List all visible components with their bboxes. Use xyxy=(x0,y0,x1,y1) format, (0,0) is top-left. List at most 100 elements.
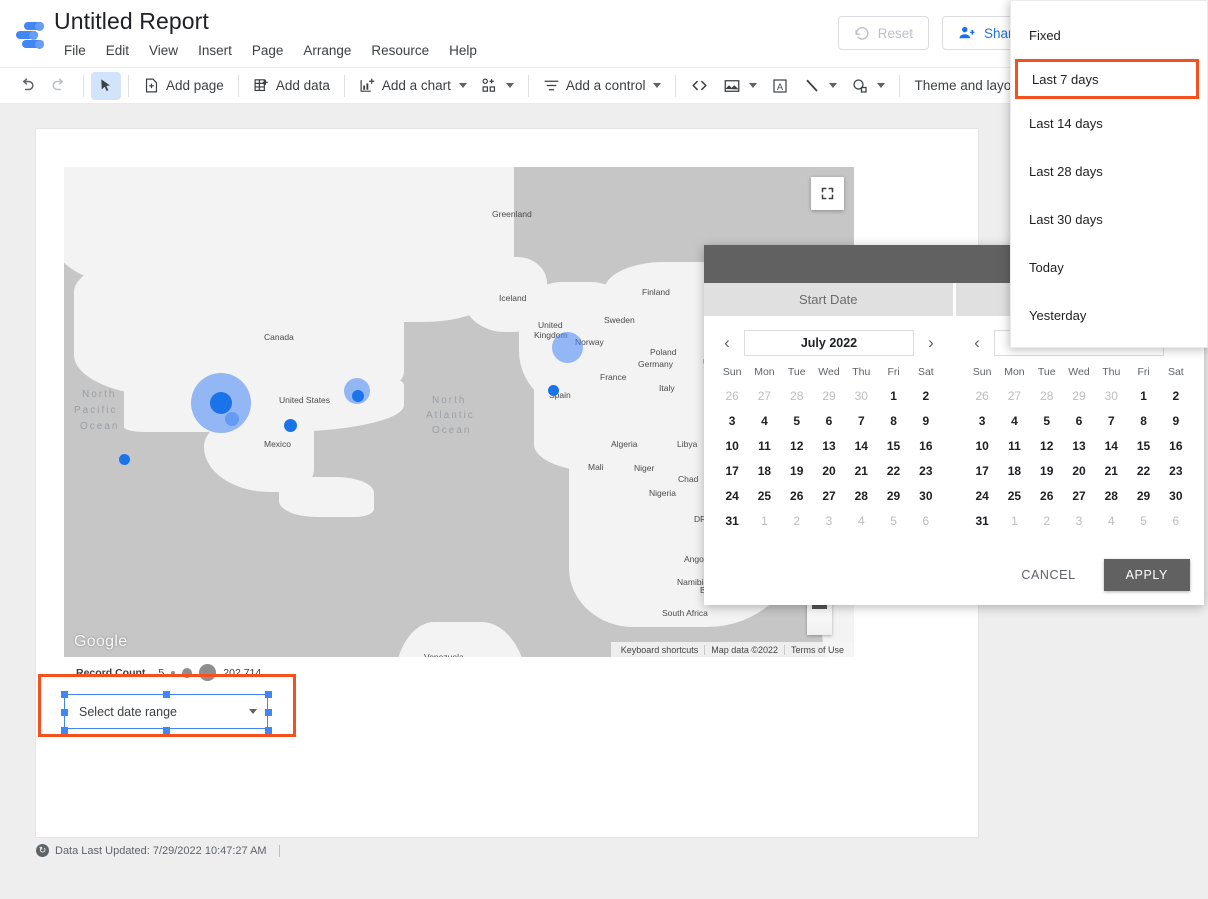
menu-help[interactable]: Help xyxy=(439,41,487,60)
calendar-day[interactable]: 1 xyxy=(748,513,780,530)
calendar-day[interactable]: 12 xyxy=(781,438,813,455)
calendar-day[interactable]: 19 xyxy=(1031,463,1063,480)
calendar-day[interactable]: 1 xyxy=(877,388,909,405)
bubble-midwest[interactable] xyxy=(225,412,239,426)
menu-item-today[interactable]: Today xyxy=(1011,243,1207,291)
add-control-button[interactable]: Add a control xyxy=(536,72,669,100)
calendar-day[interactable]: 31 xyxy=(966,513,998,530)
calendar-day[interactable]: 2 xyxy=(910,388,942,405)
undo-button[interactable] xyxy=(10,72,43,100)
refresh-icon[interactable]: ↻ xyxy=(36,844,49,857)
page-title[interactable]: Untitled Report xyxy=(54,8,209,35)
calendar-day[interactable]: 22 xyxy=(877,463,909,480)
bubble-spain[interactable] xyxy=(548,385,559,396)
calendar-day[interactable]: 3 xyxy=(716,413,748,430)
calendar-day[interactable]: 16 xyxy=(910,438,942,455)
menu-item-last-28-days[interactable]: Last 28 days xyxy=(1011,147,1207,195)
add-data-button[interactable]: Add data xyxy=(246,72,337,100)
calendar-day[interactable]: 1 xyxy=(1127,388,1159,405)
chevron-down-icon[interactable] xyxy=(505,83,514,88)
bubble-pacific[interactable] xyxy=(119,454,130,465)
chevron-down-icon[interactable] xyxy=(829,83,838,88)
keyboard-shortcuts-link[interactable]: Keyboard shortcuts xyxy=(615,645,705,655)
prev-month-button[interactable]: ‹ xyxy=(966,332,988,354)
calendar-day[interactable]: 6 xyxy=(1160,513,1192,530)
month-label[interactable]: July 2022 xyxy=(744,330,914,356)
calendar-day[interactable]: 23 xyxy=(910,463,942,480)
calendar-day[interactable]: 14 xyxy=(1095,438,1127,455)
calendar-day[interactable]: 29 xyxy=(1063,388,1095,405)
add-chart-button[interactable]: Add a chart xyxy=(352,72,474,100)
menu-resource[interactable]: Resource xyxy=(361,41,439,60)
calendar-day[interactable]: 6 xyxy=(1063,413,1095,430)
calendar-day[interactable]: 28 xyxy=(781,388,813,405)
calendar-day[interactable]: 10 xyxy=(966,438,998,455)
calendar-day[interactable]: 21 xyxy=(845,463,877,480)
calendar-day[interactable]: 5 xyxy=(1031,413,1063,430)
next-month-button[interactable]: › xyxy=(920,332,942,354)
menu-insert[interactable]: Insert xyxy=(188,41,242,60)
insert-image-button[interactable] xyxy=(716,72,764,100)
calendar-day[interactable]: 16 xyxy=(1160,438,1192,455)
menu-arrange[interactable]: Arrange xyxy=(293,41,361,60)
terms-of-use-link[interactable]: Terms of Use xyxy=(783,644,850,655)
calendar-day[interactable]: 10 xyxy=(716,438,748,455)
calendar-day[interactable]: 7 xyxy=(1095,413,1127,430)
date-range-control[interactable]: Select date range xyxy=(64,694,268,729)
calendar-day[interactable]: 9 xyxy=(1160,413,1192,430)
calendar-day[interactable]: 26 xyxy=(1031,488,1063,505)
calendar-day[interactable]: 17 xyxy=(966,463,998,480)
calendar-day[interactable]: 17 xyxy=(716,463,748,480)
calendar-day[interactable]: 13 xyxy=(1063,438,1095,455)
cancel-button[interactable]: CANCEL xyxy=(1007,560,1089,590)
calendar-day[interactable]: 5 xyxy=(877,513,909,530)
calendar-day[interactable]: 6 xyxy=(813,413,845,430)
calendar-day[interactable]: 2 xyxy=(1031,513,1063,530)
calendar-day[interactable]: 28 xyxy=(1031,388,1063,405)
calendar-day[interactable]: 27 xyxy=(998,388,1030,405)
calendar-day[interactable]: 7 xyxy=(845,413,877,430)
apply-button[interactable]: APPLY xyxy=(1103,559,1190,591)
calendar-day[interactable]: 2 xyxy=(1160,388,1192,405)
calendar-day[interactable]: 18 xyxy=(748,463,780,480)
insert-shape-button[interactable] xyxy=(844,72,892,100)
redo-button[interactable] xyxy=(43,72,76,100)
calendar-day[interactable]: 26 xyxy=(716,388,748,405)
calendar-day[interactable]: 30 xyxy=(845,388,877,405)
calendar-day[interactable]: 11 xyxy=(998,438,1030,455)
calendar-day[interactable]: 28 xyxy=(1095,488,1127,505)
calendar-day[interactable]: 19 xyxy=(781,463,813,480)
menu-item-yesterday[interactable]: Yesterday xyxy=(1011,291,1207,339)
tab-start-date[interactable]: Start Date xyxy=(704,283,953,316)
calendar-day[interactable]: 6 xyxy=(910,513,942,530)
menu-page[interactable]: Page xyxy=(242,41,294,60)
calendar-day[interactable]: 4 xyxy=(845,513,877,530)
calendar-day[interactable]: 27 xyxy=(1063,488,1095,505)
calendar-day[interactable]: 3 xyxy=(966,413,998,430)
calendar-day[interactable]: 26 xyxy=(966,388,998,405)
calendar-day[interactable]: 31 xyxy=(716,513,748,530)
insert-line-button[interactable] xyxy=(796,72,844,100)
calendar-day[interactable]: 8 xyxy=(1127,413,1159,430)
calendar-day[interactable]: 24 xyxy=(716,488,748,505)
community-visualization-button[interactable] xyxy=(474,72,521,100)
calendar-day[interactable]: 4 xyxy=(1095,513,1127,530)
calendar-day[interactable]: 4 xyxy=(748,413,780,430)
chevron-down-icon[interactable] xyxy=(458,83,467,88)
select-tool-button[interactable] xyxy=(91,71,121,100)
calendar-day[interactable]: 12 xyxy=(1031,438,1063,455)
chevron-down-icon[interactable] xyxy=(749,83,758,88)
calendar-day[interactable]: 29 xyxy=(877,488,909,505)
calendar-day[interactable]: 22 xyxy=(1127,463,1159,480)
calendar-day[interactable]: 18 xyxy=(998,463,1030,480)
calendar-day[interactable]: 24 xyxy=(966,488,998,505)
menu-item-last-30-days[interactable]: Last 30 days xyxy=(1011,195,1207,243)
chevron-down-icon[interactable] xyxy=(249,709,257,714)
calendar-day[interactable]: 27 xyxy=(813,488,845,505)
menu-edit[interactable]: Edit xyxy=(96,41,139,60)
calendar-day[interactable]: 9 xyxy=(910,413,942,430)
calendar-day[interactable]: 20 xyxy=(813,463,845,480)
bubble-uk[interactable] xyxy=(552,332,583,363)
prev-month-button[interactable]: ‹ xyxy=(716,332,738,354)
calendar-day[interactable]: 3 xyxy=(1063,513,1095,530)
